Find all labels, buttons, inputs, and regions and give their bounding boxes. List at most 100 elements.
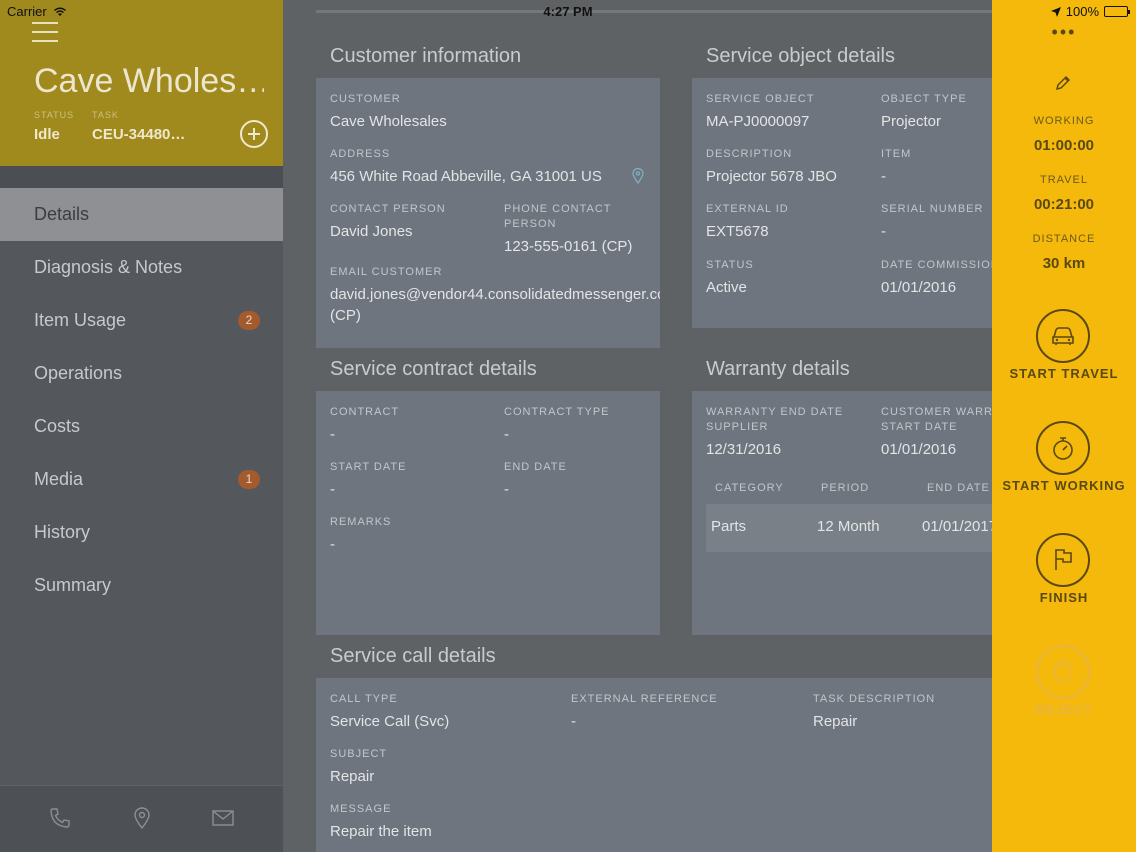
service-call-card: CALL TYPE Service Call (Svc) EXTERNAL RE…	[316, 678, 992, 852]
field-value: Projector 5678 JBO	[706, 168, 837, 185]
field-label: EXTERNAL ID	[706, 203, 789, 215]
sidebar-item-item-usage[interactable]: Item Usage 2	[0, 294, 283, 347]
field-value[interactable]: 456 White Road Abbeville, GA 31001 US	[330, 166, 650, 187]
field-label: ITEM	[881, 148, 912, 160]
start-travel-button[interactable]	[1036, 309, 1090, 363]
nav-label: Summary	[34, 575, 112, 595]
field-value: Repair the item	[330, 823, 432, 840]
field-label: STATUS	[706, 259, 754, 271]
status-label: STATUS	[34, 110, 75, 120]
contract-card: CONTRACT - CONTRACT TYPE - START DATE - …	[316, 391, 660, 635]
field-label: PERSON	[504, 218, 557, 230]
status-value: Idle	[34, 126, 60, 143]
field-label: START DATE	[330, 461, 407, 473]
reject-label[interactable]: REJECT	[992, 702, 1136, 717]
field-label: PHONE CONTACT	[504, 203, 612, 215]
message-field: MESSAGE Repair the item	[330, 802, 432, 842]
start-working-button[interactable]	[1036, 421, 1090, 475]
sidebar-item-summary[interactable]: Summary	[0, 559, 283, 612]
add-icon[interactable]	[240, 120, 268, 148]
clock: 4:27 PM	[543, 4, 593, 19]
sidebar-item-details[interactable]: Details	[0, 188, 283, 241]
location-pin-icon[interactable]	[130, 806, 154, 830]
field-value: 01/01/2016	[881, 441, 957, 458]
battery-percent: 100%	[1065, 4, 1099, 19]
field-label: CALL TYPE	[330, 693, 398, 705]
field-value: -	[881, 168, 886, 185]
phone-icon[interactable]	[48, 806, 72, 830]
reject-button[interactable]	[1036, 645, 1090, 699]
field-label: CUSTOMER WARRA	[881, 406, 992, 418]
field-value: -	[330, 536, 335, 553]
hand-icon	[1054, 660, 1071, 682]
field-label: SUBJECT	[330, 748, 388, 760]
start-date-field: START DATE -	[330, 460, 406, 500]
contract-type-field: CONTRACT TYPE -	[504, 405, 610, 445]
call-type-field: CALL TYPE Service Call (Svc)	[330, 692, 449, 732]
remarks-field: REMARKS -	[330, 515, 391, 555]
field-value: Service Call (Svc)	[330, 713, 450, 730]
field-label: ADDRESS	[330, 148, 391, 160]
table-row[interactable]: Parts 12 Month 01/01/2017	[706, 504, 992, 552]
serial-number-field: SERIAL NUMBER -	[881, 202, 983, 242]
sidebar-item-media[interactable]: Media 1	[0, 453, 283, 506]
sidebar-item-diagnosis-notes[interactable]: Diagnosis & Notes	[0, 241, 283, 294]
field-value: (CP)	[330, 307, 361, 324]
description-field: DESCRIPTION Projector 5678 JBO	[706, 147, 837, 187]
field-value[interactable]: david.jones@vendor44.consolidatedmesseng…	[330, 284, 660, 305]
section-title-service-call: Service call details	[330, 645, 496, 667]
sidebar-divider	[0, 166, 283, 188]
external-id-field: EXTERNAL ID EXT5678	[706, 202, 789, 242]
task-description-field: TASK DESCRIPTION Repair	[813, 692, 935, 732]
field-label: TASK DESCRIPTION	[813, 693, 936, 705]
main-content: Customer information CUSTOMER Cave Whole…	[283, 0, 992, 852]
nav-label: History	[34, 522, 91, 542]
warranty-card: WARRANTY END DATE SUPPLIER 12/31/2016 CU…	[692, 391, 992, 635]
finish-label[interactable]: FINISH	[992, 590, 1136, 605]
finish-button[interactable]	[1036, 533, 1090, 587]
nav-label: Costs	[34, 416, 81, 436]
nav-label: Item Usage	[34, 310, 127, 330]
more-icon[interactable]: •••	[992, 22, 1136, 43]
customer-field: CUSTOMER Cave Wholesales	[330, 92, 447, 132]
section-title-service-object: Service object details	[706, 45, 895, 67]
field-value[interactable]: 123-555-0161 (CP)	[504, 236, 632, 257]
email-field: EMAIL CUSTOMER david.jones@vendor44.cons…	[330, 265, 660, 326]
external-reference-field: EXTERNAL REFERENCE -	[571, 692, 718, 732]
object-type-field: OBJECT TYPE Projector	[881, 92, 967, 132]
sidebar-item-operations[interactable]: Operations	[0, 347, 283, 400]
section-title-warranty: Warranty details	[706, 358, 850, 380]
nav-label: Operations	[34, 363, 123, 383]
menu-icon[interactable]	[32, 22, 58, 42]
customer-card: CUSTOMER Cave Wholesales ADDRESS 456 Whi…	[316, 78, 660, 348]
field-value: Active	[706, 279, 747, 296]
field-label: OBJECT TYPE	[881, 93, 967, 105]
stopwatch-icon	[1053, 437, 1073, 460]
mail-icon[interactable]	[211, 806, 235, 830]
working-label: WORKING	[1033, 115, 1095, 127]
start-working-label[interactable]: START WORKING	[992, 478, 1136, 493]
warranty-end-field: WARRANTY END DATE SUPPLIER 12/31/2016	[706, 405, 843, 460]
distance-label: DISTANCE	[1032, 233, 1096, 245]
map-pin-icon[interactable]	[632, 168, 644, 184]
sidebar-item-costs[interactable]: Costs	[0, 400, 283, 453]
cell-period: 12 Month	[817, 518, 880, 535]
field-label: EMAIL CUSTOMER	[330, 266, 443, 278]
field-label: CONTRACT TYPE	[504, 406, 610, 418]
sidebar-header: Cave Wholes… STATUS TASK Idle CEU-34480…	[0, 0, 283, 166]
field-label: REMARKS	[330, 516, 392, 528]
location-arrow-icon	[1050, 6, 1061, 17]
field-value: -	[881, 223, 886, 240]
pencil-icon[interactable]	[1054, 74, 1072, 92]
status-right: 100%	[1050, 4, 1130, 19]
sidebar-item-history[interactable]: History	[0, 506, 283, 559]
task-value[interactable]: CEU-34480…	[92, 126, 185, 143]
field-value: MA-PJ0000097	[706, 113, 810, 130]
field-label: CUSTOMER	[330, 93, 401, 105]
field-label: EXTERNAL REFERENCE	[571, 693, 718, 705]
field-value: Repair	[330, 768, 375, 785]
sidebar: Cave Wholes… STATUS TASK Idle CEU-34480……	[0, 0, 283, 852]
start-travel-label[interactable]: START TRAVEL	[992, 366, 1136, 381]
field-value: 01/01/2016	[881, 279, 957, 296]
status-bar: Carrier 4:27 PM 100%	[0, 0, 1136, 22]
